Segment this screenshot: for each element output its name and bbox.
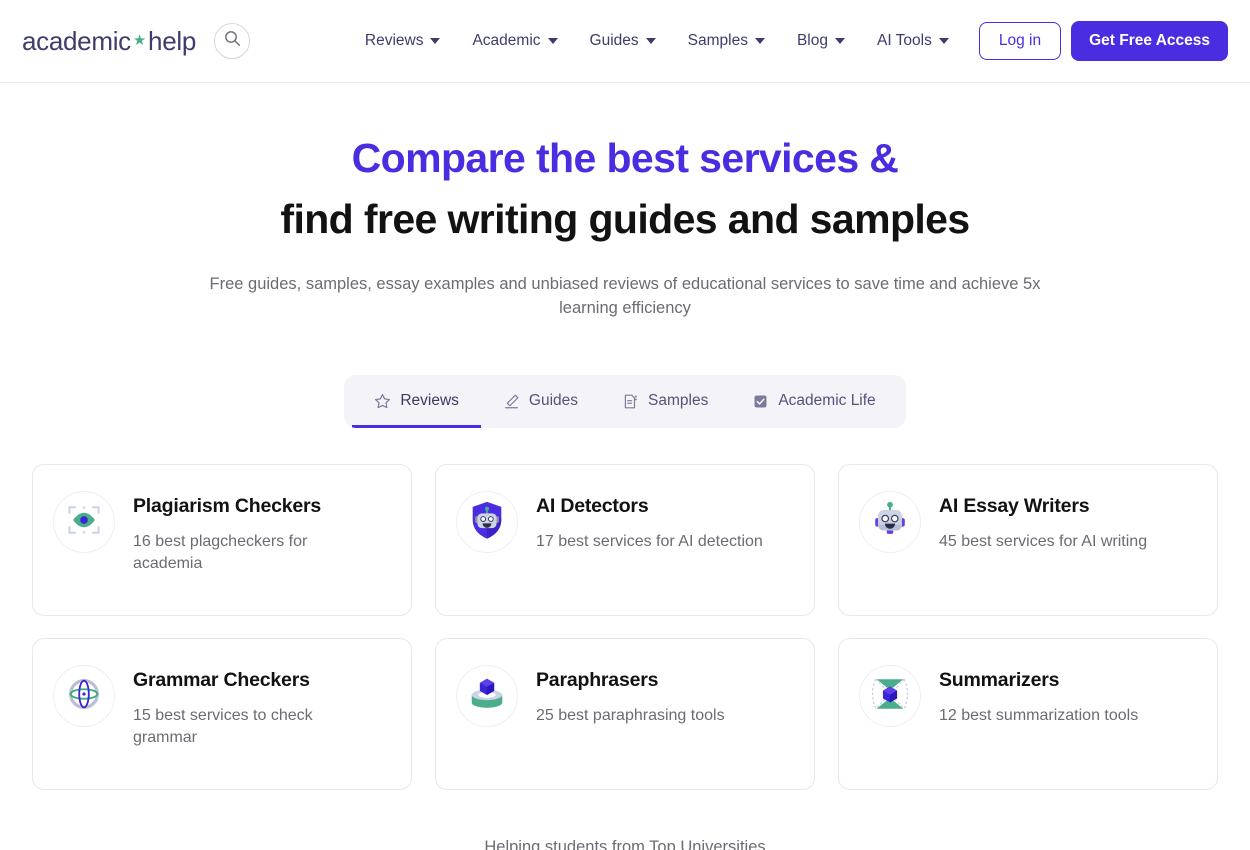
- chevron-down-icon: [834, 38, 845, 44]
- card-subtitle: 15 best services to check grammar: [133, 707, 313, 747]
- nav-label: Blog: [796, 32, 828, 49]
- card-text: Plagiarism Checkers 16 best plagcheckers…: [133, 491, 373, 575]
- search-button[interactable]: [214, 23, 250, 59]
- card-icon-wrapper: [859, 491, 921, 554]
- card-title: Grammar Checkers: [133, 669, 310, 692]
- tab-guides[interactable]: Guides: [481, 375, 600, 428]
- card-grammar-checkers[interactable]: Grammar Checkers 15 best services to che…: [32, 638, 412, 791]
- card-ai-detectors[interactable]: AI Detectors 17 best services for AI det…: [435, 464, 815, 617]
- cube-cylinder-icon: [466, 673, 508, 720]
- hero-section: Compare the best services & find free wr…: [0, 83, 1250, 320]
- logo-star-icon: ★: [132, 32, 147, 49]
- chevron-down-icon: [430, 38, 441, 44]
- universities-footnote: Helping students from Top Universities: [484, 838, 766, 850]
- shield-robot-icon: [466, 499, 508, 546]
- hero-subheading: Free guides, samples, essay examples and…: [209, 275, 1041, 317]
- chevron-down-icon: [938, 38, 949, 44]
- hourglass-cube-icon: [869, 673, 911, 720]
- checkbox-icon: [752, 393, 769, 410]
- card-paraphrasers[interactable]: Paraphrasers 25 best paraphrasing tools: [435, 638, 815, 791]
- nav-item-reviews[interactable]: Reviews: [349, 24, 457, 58]
- card-subtitle: 12 best summarization tools: [939, 707, 1139, 725]
- card-subtitle: 16 best plagcheckers for academia: [133, 533, 308, 573]
- card-ai-essay-writers[interactable]: AI Essay Writers 45 best services for AI…: [838, 464, 1218, 617]
- card-icon-wrapper: [53, 665, 115, 728]
- headline-line-2: find free writing guides and samples: [280, 195, 970, 242]
- get-free-access-button[interactable]: Get Free Access: [1071, 21, 1228, 61]
- nav-item-academic[interactable]: Academic: [456, 24, 573, 58]
- card-subtitle: 25 best paraphrasing tools: [536, 707, 725, 725]
- chevron-down-icon: [754, 38, 765, 44]
- site-header: academic ★ help Reviews Academic Guides Sa…: [0, 0, 1250, 83]
- logo-text-secondary: help: [148, 26, 196, 56]
- tab-label: Samples: [648, 392, 709, 410]
- nav-item-guides[interactable]: Guides: [574, 24, 672, 58]
- star-icon: [374, 393, 391, 410]
- card-text: AI Essay Writers 45 best services for AI…: [939, 491, 1147, 553]
- card-text: Grammar Checkers 15 best services to che…: [133, 665, 373, 749]
- eye-scan-icon: [64, 500, 104, 545]
- card-text: Summarizers 12 best summarization tools: [939, 665, 1138, 727]
- site-logo[interactable]: academic ★ help: [22, 28, 196, 54]
- logo-text-primary: academic: [22, 26, 131, 56]
- card-title: Summarizers: [939, 669, 1060, 692]
- card-title: AI Detectors: [536, 495, 649, 518]
- page-title: Compare the best services & find free wr…: [0, 128, 1250, 249]
- category-tabs: Reviews Guides Samples Academic Life: [344, 375, 906, 429]
- chevron-down-icon: [547, 38, 558, 44]
- chevron-down-icon: [645, 38, 656, 44]
- nav-item-blog[interactable]: Blog: [781, 24, 861, 58]
- robot-head-icon: [869, 499, 911, 546]
- card-subtitle: 17 best services for AI detection: [536, 533, 763, 551]
- card-title: Plagiarism Checkers: [133, 495, 322, 518]
- tab-reviews[interactable]: Reviews: [352, 375, 481, 429]
- card-text: Paraphrasers 25 best paraphrasing tools: [536, 665, 725, 727]
- atom-circle-icon: [63, 673, 105, 720]
- pencil-icon: [503, 393, 520, 410]
- tab-academic-life[interactable]: Academic Life: [730, 375, 897, 428]
- tab-samples[interactable]: Samples: [600, 375, 730, 428]
- tab-label: Guides: [528, 392, 579, 410]
- category-card-grid: Plagiarism Checkers 16 best plagcheckers…: [0, 464, 1250, 791]
- headline-line-1: Compare the best services &: [351, 135, 899, 181]
- category-tabs-container: Reviews Guides Samples Academic Life: [0, 375, 1250, 429]
- card-title: AI Essay Writers: [939, 495, 1090, 518]
- card-plagiarism-checkers[interactable]: Plagiarism Checkers 16 best plagcheckers…: [32, 464, 412, 617]
- tab-label: Reviews: [400, 392, 459, 410]
- card-icon-wrapper: [456, 491, 518, 554]
- nav-label: Academic: [472, 32, 541, 49]
- nav-item-samples[interactable]: Samples: [672, 24, 781, 58]
- main-navigation: Reviews Academic Guides Samples Blog AI …: [349, 21, 1228, 61]
- nav-label: Samples: [687, 32, 748, 49]
- card-text: AI Detectors 17 best services for AI det…: [536, 491, 763, 553]
- card-title: Paraphrasers: [536, 669, 659, 692]
- card-icon-wrapper: [456, 665, 518, 728]
- login-button[interactable]: Log in: [978, 22, 1062, 60]
- tab-label: Academic Life: [778, 392, 876, 410]
- nav-label: Guides: [589, 32, 639, 49]
- search-icon: [224, 30, 241, 52]
- nav-item-ai-tools[interactable]: AI Tools: [861, 24, 965, 58]
- card-icon-wrapper: [859, 665, 921, 728]
- document-icon: [622, 393, 639, 410]
- card-summarizers[interactable]: Summarizers 12 best summarization tools: [838, 638, 1218, 791]
- nav-label: AI Tools: [876, 32, 932, 49]
- card-icon-wrapper: [53, 491, 115, 554]
- nav-label: Reviews: [364, 32, 424, 49]
- card-subtitle: 45 best services for AI writing: [939, 533, 1148, 551]
